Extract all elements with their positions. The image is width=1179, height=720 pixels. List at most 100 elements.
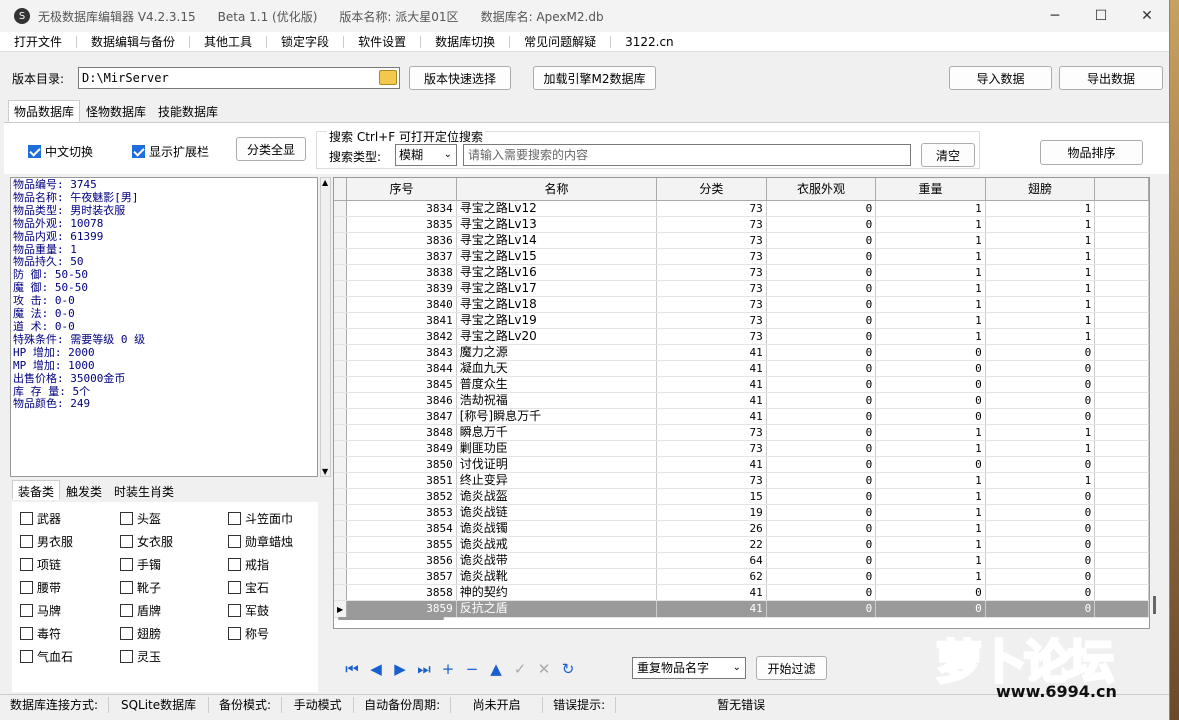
table-row[interactable]: 3849 剿匪功臣 73 0 1 1: [334, 440, 1149, 457]
table-cell[interactable]: 3838: [346, 264, 457, 281]
table-cell[interactable]: 0: [766, 376, 877, 393]
table-cell[interactable]: 0: [985, 536, 1096, 553]
tab-trigger[interactable]: 触发类: [60, 480, 108, 500]
col-header-id[interactable]: 序号: [346, 178, 457, 201]
table-cell[interactable]: 3842: [346, 328, 457, 345]
table-cell[interactable]: 41: [656, 344, 767, 361]
tab-equipment[interactable]: 装备类: [12, 480, 61, 500]
table-cell[interactable]: 诡炎战镯: [456, 520, 658, 537]
show-all-button[interactable]: 分类全显: [236, 137, 306, 161]
table-cell[interactable]: 62: [656, 568, 767, 585]
table-cell[interactable]: 1: [985, 296, 1096, 313]
tab-skills[interactable]: 技能数据库: [152, 100, 224, 122]
category-checkbox[interactable]: 盾牌: [120, 602, 161, 619]
table-cell[interactable]: 1: [875, 552, 986, 569]
table-cell[interactable]: 3854: [346, 520, 457, 537]
menu-other-tools[interactable]: 其他工具: [190, 35, 268, 48]
category-checkbox[interactable]: 戒指: [228, 556, 269, 573]
table-cell[interactable]: 73: [656, 328, 767, 345]
table-cell[interactable]: 寻宝之路Lv17: [456, 280, 658, 297]
last-icon[interactable]: ⏭: [412, 660, 436, 678]
menu-open-file[interactable]: 打开文件: [0, 35, 78, 48]
prior-icon[interactable]: ◀: [364, 660, 388, 678]
table-cell[interactable]: 0: [985, 584, 1096, 601]
category-checkbox[interactable]: 头盔: [120, 510, 161, 527]
row-indicator[interactable]: [334, 296, 348, 313]
start-filter-button[interactable]: 开始过滤: [756, 656, 827, 680]
table-cell[interactable]: 0: [766, 248, 877, 265]
table-cell[interactable]: 41: [656, 392, 767, 409]
table-cell[interactable]: 0: [766, 216, 877, 233]
table-cell[interactable]: 1: [985, 264, 1096, 281]
table-cell[interactable]: 0: [766, 552, 877, 569]
table-cell[interactable]: 反抗之盾: [456, 600, 658, 618]
table-cell[interactable]: 19: [656, 504, 767, 521]
col-header-name[interactable]: 名称: [456, 178, 658, 201]
table-cell[interactable]: 诡炎战盔: [456, 488, 658, 505]
table-cell[interactable]: 剿匪功臣: [456, 440, 658, 457]
table-cell[interactable]: 73: [656, 280, 767, 297]
table-cell[interactable]: 1: [985, 216, 1096, 233]
table-row[interactable]: 3835 寻宝之路Lv13 73 0 1 1: [334, 216, 1149, 233]
table-cell[interactable]: 0: [766, 456, 877, 473]
table-cell[interactable]: 26: [656, 520, 767, 537]
table-cell[interactable]: 1: [985, 424, 1096, 441]
table-row[interactable]: 3846 浩劫祝福 41 0 0 0: [334, 392, 1149, 409]
table-cell[interactable]: 73: [656, 216, 767, 233]
table-cell[interactable]: 0: [766, 232, 877, 249]
minimize-icon[interactable]: ─: [1032, 0, 1078, 32]
table-cell[interactable]: 0: [985, 408, 1096, 425]
row-indicator[interactable]: [334, 488, 348, 505]
table-cell[interactable]: 1: [875, 232, 986, 249]
table-row[interactable]: 3853 诡炎战链 19 0 1 0: [334, 504, 1149, 521]
table-cell[interactable]: 寻宝之路Lv14: [456, 232, 658, 249]
table-cell[interactable]: 3835: [346, 216, 457, 233]
menu-edit-backup[interactable]: 数据编辑与备份: [77, 35, 191, 48]
row-indicator[interactable]: [334, 568, 348, 585]
table-row[interactable]: 3854 诡炎战镯 26 0 1 0: [334, 520, 1149, 537]
row-indicator[interactable]: [334, 440, 348, 457]
table-cell[interactable]: 3853: [346, 504, 457, 521]
row-indicator[interactable]: [334, 280, 348, 297]
row-indicator[interactable]: [334, 536, 348, 553]
table-cell[interactable]: 0: [766, 568, 877, 585]
table-cell[interactable]: 0: [766, 360, 877, 377]
table-cell[interactable]: 1: [985, 280, 1096, 297]
table-cell[interactable]: 1: [875, 200, 986, 217]
row-indicator[interactable]: [334, 408, 348, 425]
table-cell[interactable]: 22: [656, 536, 767, 553]
folder-icon[interactable]: [379, 70, 397, 85]
row-indicator[interactable]: [334, 248, 348, 265]
table-cell[interactable]: 0: [985, 568, 1096, 585]
table-cell[interactable]: 0: [766, 488, 877, 505]
table-cell[interactable]: 0: [766, 504, 877, 521]
row-indicator[interactable]: [334, 424, 348, 441]
table-cell[interactable]: 1: [875, 248, 986, 265]
table-cell[interactable]: 0: [766, 424, 877, 441]
table-cell[interactable]: 寻宝之路Lv18: [456, 296, 658, 313]
table-cell[interactable]: 15: [656, 488, 767, 505]
col-header-wings[interactable]: 翅膀: [985, 178, 1096, 201]
row-indicator[interactable]: ▶: [334, 600, 348, 618]
table-cell[interactable]: 41: [656, 408, 767, 425]
table-row[interactable]: 3843 魔力之源 41 0 0 0: [334, 344, 1149, 361]
category-checkbox[interactable]: 男衣服: [20, 533, 73, 550]
table-cell[interactable]: 神的契约: [456, 584, 658, 601]
table-cell[interactable]: 3852: [346, 488, 457, 505]
table-cell[interactable]: 73: [656, 312, 767, 329]
row-indicator[interactable]: [334, 360, 348, 377]
table-cell[interactable]: 0: [875, 376, 986, 393]
table-cell[interactable]: 1: [875, 312, 986, 329]
table-cell[interactable]: 3840: [346, 296, 457, 313]
next-icon[interactable]: ▶: [388, 660, 412, 678]
first-icon[interactable]: ⏮: [340, 660, 364, 678]
table-cell[interactable]: 寻宝之路Lv19: [456, 312, 658, 329]
table-cell[interactable]: 3845: [346, 376, 457, 393]
table-row[interactable]: 3852 诡炎战盔 15 0 1 0: [334, 488, 1149, 505]
edit-icon[interactable]: ▲: [484, 660, 508, 678]
vertical-scroll-thumb[interactable]: [1153, 596, 1156, 614]
table-row[interactable]: 3847 [称号]瞬息万千 41 0 0 0: [334, 408, 1149, 425]
row-indicator[interactable]: [334, 504, 348, 521]
table-cell[interactable]: 1: [875, 568, 986, 585]
row-indicator[interactable]: [334, 312, 348, 329]
